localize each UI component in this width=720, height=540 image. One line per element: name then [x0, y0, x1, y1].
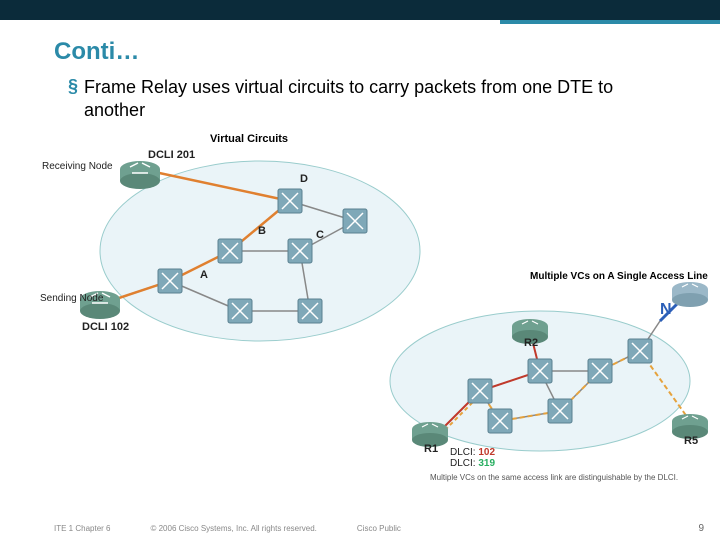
- label-C: C: [316, 229, 324, 241]
- label-dlci-102: DCLI 102: [82, 321, 129, 333]
- dlci-label-2: DLCI:: [450, 458, 476, 469]
- caption-virtual-circuits: Virtual Circuits: [210, 133, 288, 145]
- bullet-row: § Frame Relay uses virtual circuits to c…: [0, 76, 720, 121]
- diagram-area: Virtual Circuits Receiving Node Sending …: [0, 121, 720, 481]
- caption-multiple-vcs: Multiple VCs on A Single Access Line: [530, 271, 708, 282]
- slide-title: Conti…: [0, 24, 720, 76]
- label-receiving-node: Receiving Node: [42, 161, 113, 172]
- accent-N: N: [660, 301, 672, 319]
- label-R5: R5: [684, 435, 698, 447]
- footer: ITE 1 Chapter 6 © 2006 Cisco Systems, In…: [0, 523, 720, 534]
- label-B: B: [258, 225, 266, 237]
- bullet-marker: §: [68, 76, 78, 98]
- dlci-value-102: 102: [478, 447, 495, 458]
- network-svg: [0, 121, 720, 481]
- footer-copyright: © 2006 Cisco Systems, Inc. All rights re…: [150, 524, 316, 533]
- diagram2-footnote: Multiple VCs on the same access link are…: [430, 473, 678, 482]
- label-R1: R1: [424, 443, 438, 455]
- footer-page: 9: [698, 523, 704, 534]
- dlci-label-1: DLCI:: [450, 447, 476, 458]
- label-R2: R2: [524, 337, 538, 349]
- label-dlci-201: DCLI 201: [148, 149, 195, 161]
- dlci-block: DLCI: 102 DLCI: 319: [450, 447, 495, 469]
- dlci-value-319: 319: [478, 458, 495, 469]
- top-bar: [0, 0, 720, 20]
- bullet-text: Frame Relay uses virtual circuits to car…: [84, 76, 660, 121]
- footer-classification: Cisco Public: [357, 524, 401, 533]
- label-D: D: [300, 173, 308, 185]
- label-sending-node: Sending Node: [40, 293, 103, 304]
- label-A: A: [200, 269, 208, 281]
- footer-chapter: ITE 1 Chapter 6: [54, 524, 110, 533]
